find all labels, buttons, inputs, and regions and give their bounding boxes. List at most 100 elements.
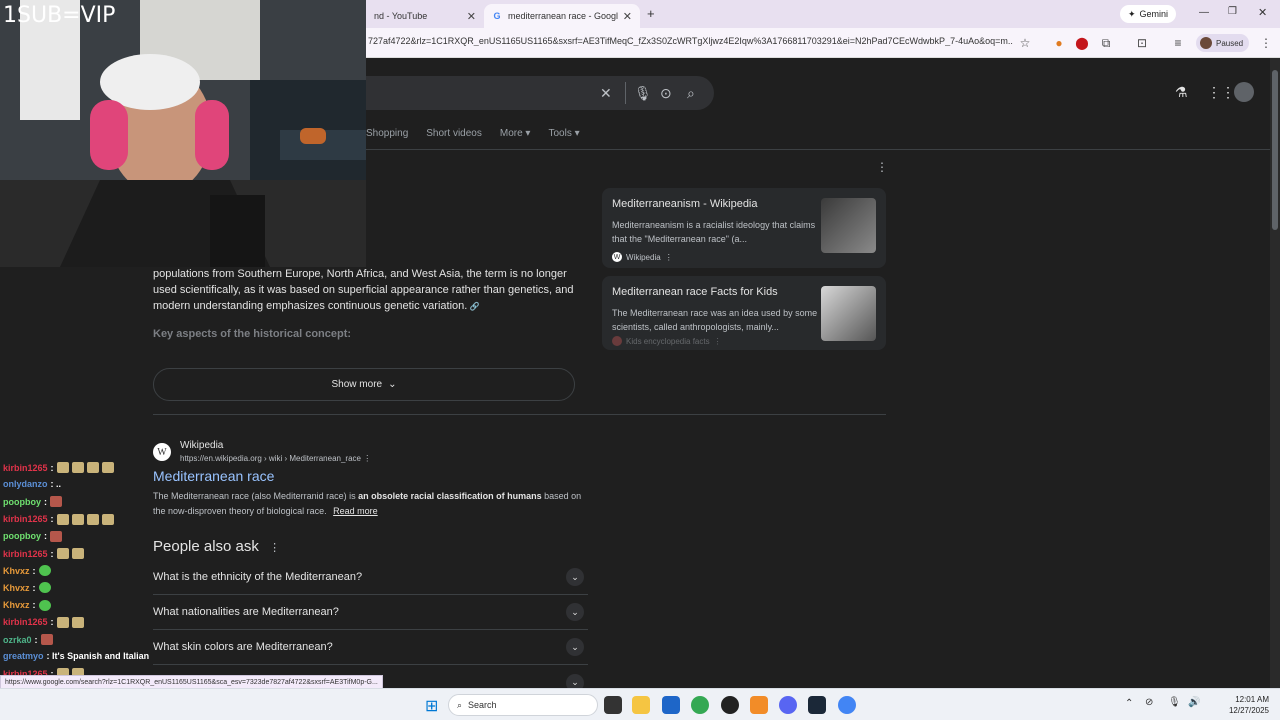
windows-start-icon[interactable]: ⊞	[425, 696, 438, 716]
source-card-kids[interactable]: Mediterranean race Facts for Kids The Me…	[602, 276, 886, 350]
emote-icon	[86, 462, 99, 473]
chat-username[interactable]: Khvxz	[3, 600, 30, 610]
emote-icon	[71, 462, 84, 473]
chrome-icon[interactable]	[691, 696, 709, 714]
section-divider	[153, 414, 886, 415]
search-input[interactable]: ✕ 🎙 ⊙ ⌕	[330, 76, 714, 110]
profile-paused-button[interactable]: Paused	[1196, 34, 1250, 52]
chevron-down-icon: ⌄	[566, 638, 584, 656]
chat-username[interactable]: poopboy	[3, 531, 41, 541]
task-view-icon[interactable]	[604, 696, 622, 714]
tab-search-icon[interactable]: ⊡	[1134, 35, 1150, 51]
chat-message: onlydanzo: ..	[3, 479, 61, 489]
emote-icon	[56, 548, 69, 559]
read-more-link[interactable]: Read more	[333, 506, 378, 516]
steam-icon[interactable]	[808, 696, 826, 714]
lens-icon[interactable]: ⊙	[660, 85, 672, 102]
more-options-icon[interactable]: ⋮	[876, 160, 888, 174]
paa-question[interactable]: What is the ethnicity of the Mediterrane…	[153, 560, 588, 595]
emote-icon	[40, 634, 53, 645]
link-icon[interactable]: 🔗	[467, 302, 480, 311]
chat-text: : ..	[50, 479, 62, 490]
scrollbar[interactable]	[1270, 58, 1280, 688]
chrome-active-icon[interactable]	[838, 696, 856, 714]
source-card-wikipedia[interactable]: Mediterraneanism - Wikipedia Mediterrane…	[602, 188, 886, 268]
chat-username[interactable]: onlydanzo	[3, 479, 48, 489]
scroll-thumb[interactable]	[1272, 70, 1278, 230]
result-title-link[interactable]: Mediterranean race	[153, 468, 274, 484]
emote-icon	[71, 616, 84, 628]
chat-username[interactable]: kirbin1265	[3, 514, 48, 524]
card-description: Mediterraneanism is a racialist ideology…	[612, 220, 816, 244]
chat-message: ozrka0:	[3, 634, 53, 645]
google-account-avatar[interactable]	[1234, 82, 1254, 102]
obs-icon[interactable]	[721, 696, 739, 714]
chat-username[interactable]: kirbin1265	[3, 617, 48, 627]
close-window-icon[interactable]: ✕	[1258, 6, 1267, 19]
wikipedia-icon: W	[612, 252, 622, 262]
file-explorer-icon[interactable]	[632, 696, 650, 714]
filter-shopping[interactable]: Shopping	[366, 128, 408, 139]
paa-question[interactable]: What skin colors are Mediterranean? ⌄	[153, 630, 588, 665]
filter-tools[interactable]: Tools ▾	[548, 128, 579, 139]
chat-username[interactable]: greatmyo	[3, 651, 44, 661]
paa-question[interactable]: What nationalities are Mediterranean? ⌄	[153, 595, 588, 630]
sparkle-icon: ✦	[1128, 8, 1136, 19]
extension-icon[interactable]: ●	[1051, 35, 1067, 51]
network-icon[interactable]: ⊘	[1145, 697, 1153, 708]
reading-list-icon[interactable]: ≡	[1170, 35, 1186, 51]
tab-google-search[interactable]: G mediterranean race - Google Se ✕	[484, 4, 640, 28]
clear-icon[interactable]: ✕	[600, 85, 612, 102]
filter-more[interactable]: More ▾	[500, 128, 531, 139]
chat-username[interactable]: kirbin1265	[3, 549, 48, 559]
menu-icon[interactable]: ⋮	[1258, 35, 1274, 51]
filter-short-videos[interactable]: Short videos	[426, 128, 482, 139]
volume-icon[interactable]: 🔊	[1188, 697, 1200, 708]
taskbar-search[interactable]: ⌕ Search	[448, 694, 598, 716]
card-title: Mediterranean race Facts for Kids	[612, 286, 778, 298]
adblock-icon[interactable]: ⬤	[1074, 35, 1090, 51]
gemini-button[interactable]: ✦ Gemini	[1120, 5, 1177, 23]
chat-message: Khvxz:	[3, 582, 51, 594]
emote-icon	[56, 616, 69, 628]
maximize-icon[interactable]: ❐	[1228, 6, 1237, 17]
people-also-ask-heading: People also ask ⋮	[153, 538, 281, 555]
discord-icon[interactable]	[779, 696, 797, 714]
chat-message: Khvxz:	[3, 599, 51, 611]
minimize-icon[interactable]: —	[1199, 7, 1209, 18]
new-tab-button[interactable]: +	[647, 6, 655, 21]
show-more-button[interactable]: Show more ⌄	[153, 368, 575, 401]
microphone-icon[interactable]: 🎙	[1168, 697, 1181, 708]
chevron-up-icon[interactable]: ⌃	[1125, 698, 1133, 709]
chat-username[interactable]: poopboy	[3, 497, 41, 507]
labs-flask-icon[interactable]: ⚗	[1175, 84, 1188, 101]
taskbar-search-label: Search	[468, 700, 497, 710]
chat-username[interactable]: kirbin1265	[3, 463, 48, 473]
taskbar-clock[interactable]: 12:01 AM 12/27/2025	[1225, 694, 1269, 716]
store-icon[interactable]	[662, 696, 680, 714]
search-icon: ⌕	[457, 699, 463, 710]
tab-youtube[interactable]: nd - YouTube ✕	[366, 4, 484, 28]
apps-grid-icon[interactable]: ⋮⋮	[1207, 84, 1235, 101]
extensions-puzzle-icon[interactable]: ⧉	[1098, 35, 1114, 51]
result-url: https://en.wikipedia.org › wiki › Medite…	[180, 454, 372, 463]
chat-username[interactable]: Khvxz	[3, 583, 30, 593]
chevron-down-icon: ⌄	[566, 673, 584, 688]
more-options-icon[interactable]: ⋮	[665, 253, 673, 262]
url-field[interactable]: 727af4722&rlz=1C1RXQR_enUS1165US1165&sxs…	[368, 36, 1013, 46]
close-tab-icon[interactable]: ✕	[623, 10, 632, 23]
chat-text: :	[50, 617, 54, 628]
bookmark-star-icon[interactable]: ☆	[1017, 35, 1033, 51]
card-thumbnail	[821, 286, 876, 341]
search-icon[interactable]: ⌕	[687, 85, 695, 102]
chat-username[interactable]: Khvxz	[3, 566, 30, 576]
chat-message: kirbin1265:	[3, 462, 114, 473]
show-more-label: Show more	[331, 379, 383, 390]
microphone-icon[interactable]: 🎙	[634, 85, 652, 102]
close-tab-icon[interactable]: ✕	[467, 10, 476, 23]
more-options-icon[interactable]: ⋮	[363, 454, 371, 463]
app-icon[interactable]	[750, 696, 768, 714]
chat-text: :	[50, 514, 54, 525]
chevron-down-icon: ⌄	[566, 603, 584, 621]
chat-username[interactable]: ozrka0	[3, 635, 32, 645]
